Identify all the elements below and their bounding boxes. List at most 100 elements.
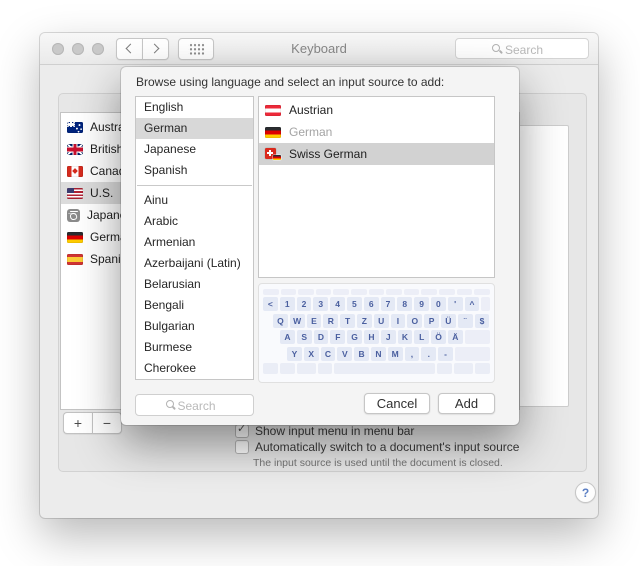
keyboard-key: Z xyxy=(356,313,372,328)
keyboard-key xyxy=(263,362,278,374)
checkbox-row-auto-switch: Automatically switch to a document's inp… xyxy=(235,440,519,454)
keyboard-key xyxy=(464,330,490,345)
british-flag-icon xyxy=(67,143,83,155)
dialog-search-input[interactable] xyxy=(136,395,257,417)
titlebar: Keyboard xyxy=(40,33,598,65)
us-flag-icon xyxy=(67,187,83,199)
checkbox-note: The input source is used until the docum… xyxy=(253,457,503,469)
add-remove-control: + − xyxy=(63,412,122,434)
keyboard-key: L xyxy=(414,330,430,345)
keyboard-key: 2 xyxy=(296,297,312,312)
show-all-button[interactable] xyxy=(178,37,214,60)
language-item[interactable]: Bulgarian xyxy=(136,316,253,337)
keyboard-key xyxy=(439,289,455,295)
toolbar-search-field[interactable] xyxy=(455,38,592,60)
keyboard-key: Q xyxy=(273,313,288,328)
keyboard-key: ^ xyxy=(464,297,480,312)
keyboard-key: Y xyxy=(287,346,302,361)
language-item[interactable]: German xyxy=(136,118,253,139)
keyboard-key xyxy=(334,362,436,374)
language-item[interactable]: Japanese xyxy=(136,139,253,160)
keyboard-key xyxy=(368,289,385,295)
input-source-option-label: German xyxy=(289,125,333,139)
keyboard-key: K xyxy=(397,330,413,345)
keyboard-key: R xyxy=(323,313,339,328)
keyboard-key: , xyxy=(404,346,420,361)
dialog-title: Browse using language and select an inpu… xyxy=(136,75,445,89)
show-input-menu-checkbox[interactable]: ✓ xyxy=(235,423,249,438)
keyboard-key xyxy=(298,289,314,295)
language-item[interactable]: Bengali xyxy=(136,295,253,316)
keyboard-key xyxy=(296,362,316,374)
add-input-source-button[interactable]: + xyxy=(63,412,92,434)
keyboard-key xyxy=(437,362,453,374)
input-source-option[interactable]: German xyxy=(259,121,494,143)
keyboard-key xyxy=(315,289,332,295)
keyboard-key xyxy=(456,289,473,295)
keyboard-key xyxy=(403,289,420,295)
chevron-left-icon xyxy=(125,43,136,54)
keyboard-key: V xyxy=(337,346,353,361)
back-button[interactable] xyxy=(116,37,142,60)
keyboard-key: O xyxy=(407,313,423,328)
input-source-option[interactable]: Swiss German xyxy=(259,143,494,165)
language-item[interactable]: English xyxy=(136,97,253,118)
keyboard-key: ' xyxy=(447,297,463,312)
language-item[interactable]: Belarusian xyxy=(136,274,253,295)
language-item[interactable]: Burmese xyxy=(136,337,253,358)
keyboard-key xyxy=(263,289,279,295)
keyboard-key xyxy=(421,289,438,295)
keyboard-key: 1 xyxy=(279,297,295,312)
keyboard-key: 6 xyxy=(363,297,379,312)
minimize-button[interactable] xyxy=(72,42,84,55)
close-button[interactable] xyxy=(52,42,64,55)
keyboard-key: D xyxy=(313,330,329,345)
language-item[interactable]: Ainu xyxy=(136,190,253,211)
language-item[interactable]: Cherokee xyxy=(136,358,253,379)
keyboard-key xyxy=(280,289,297,295)
toolbar-search-input[interactable] xyxy=(456,39,592,60)
language-group-primary: English German Japanese Spanish xyxy=(136,97,253,181)
keyboard-key: . xyxy=(421,346,437,361)
keyboard-key: 7 xyxy=(380,297,396,312)
keyboard-key: A xyxy=(280,330,295,345)
keyboard-key: N xyxy=(370,346,386,361)
input-source-label: U.S. xyxy=(90,186,114,200)
keyboard-key: 0 xyxy=(430,297,446,312)
language-item[interactable]: Spanish xyxy=(136,160,253,181)
input-source-option[interactable]: Austrian xyxy=(259,99,494,121)
forward-button[interactable] xyxy=(142,37,169,60)
language-group-other: Ainu Arabic Armenian Azerbaijani (Latin)… xyxy=(136,190,253,379)
keyboard-key: B xyxy=(354,346,369,361)
checkbox-row-show-input-menu: ✓ Show input menu in menu bar xyxy=(235,423,414,438)
dialog-search-field[interactable] xyxy=(135,394,257,417)
keyboard-key: H xyxy=(363,330,379,345)
language-item[interactable]: Azerbaijani (Latin) xyxy=(136,253,253,274)
keyboard-key xyxy=(386,289,402,295)
keyboard-key xyxy=(454,362,474,374)
zoom-button[interactable] xyxy=(92,42,104,55)
keyboard-key: M xyxy=(387,346,403,361)
add-button[interactable]: Add xyxy=(438,393,495,414)
keyboard-key: < xyxy=(263,297,278,312)
spanish-flag-icon xyxy=(67,253,83,265)
help-button[interactable]: ? xyxy=(575,482,596,503)
remove-input-source-button[interactable]: − xyxy=(92,412,122,434)
keyboard-key: G xyxy=(347,330,362,345)
cancel-button[interactable]: Cancel xyxy=(364,393,430,414)
language-item[interactable]: Arabic xyxy=(136,211,253,232)
keyboard-key xyxy=(333,289,350,295)
input-source-label: British xyxy=(90,142,124,156)
keyboard-key: T xyxy=(340,313,355,328)
keyboard-key: U xyxy=(373,313,389,328)
keyboard-key: W xyxy=(289,313,305,328)
keyboard-key: Ä xyxy=(447,330,463,345)
chevron-right-icon xyxy=(149,43,160,54)
keyboard-key: ¨ xyxy=(457,313,473,328)
auto-switch-checkbox[interactable] xyxy=(235,440,249,454)
keyboard-key: J xyxy=(380,330,396,345)
german-flag-icon xyxy=(67,231,83,243)
keyboard-key: $ xyxy=(474,313,490,328)
language-item[interactable]: Armenian xyxy=(136,232,253,253)
canadian-flag-icon xyxy=(67,165,83,177)
